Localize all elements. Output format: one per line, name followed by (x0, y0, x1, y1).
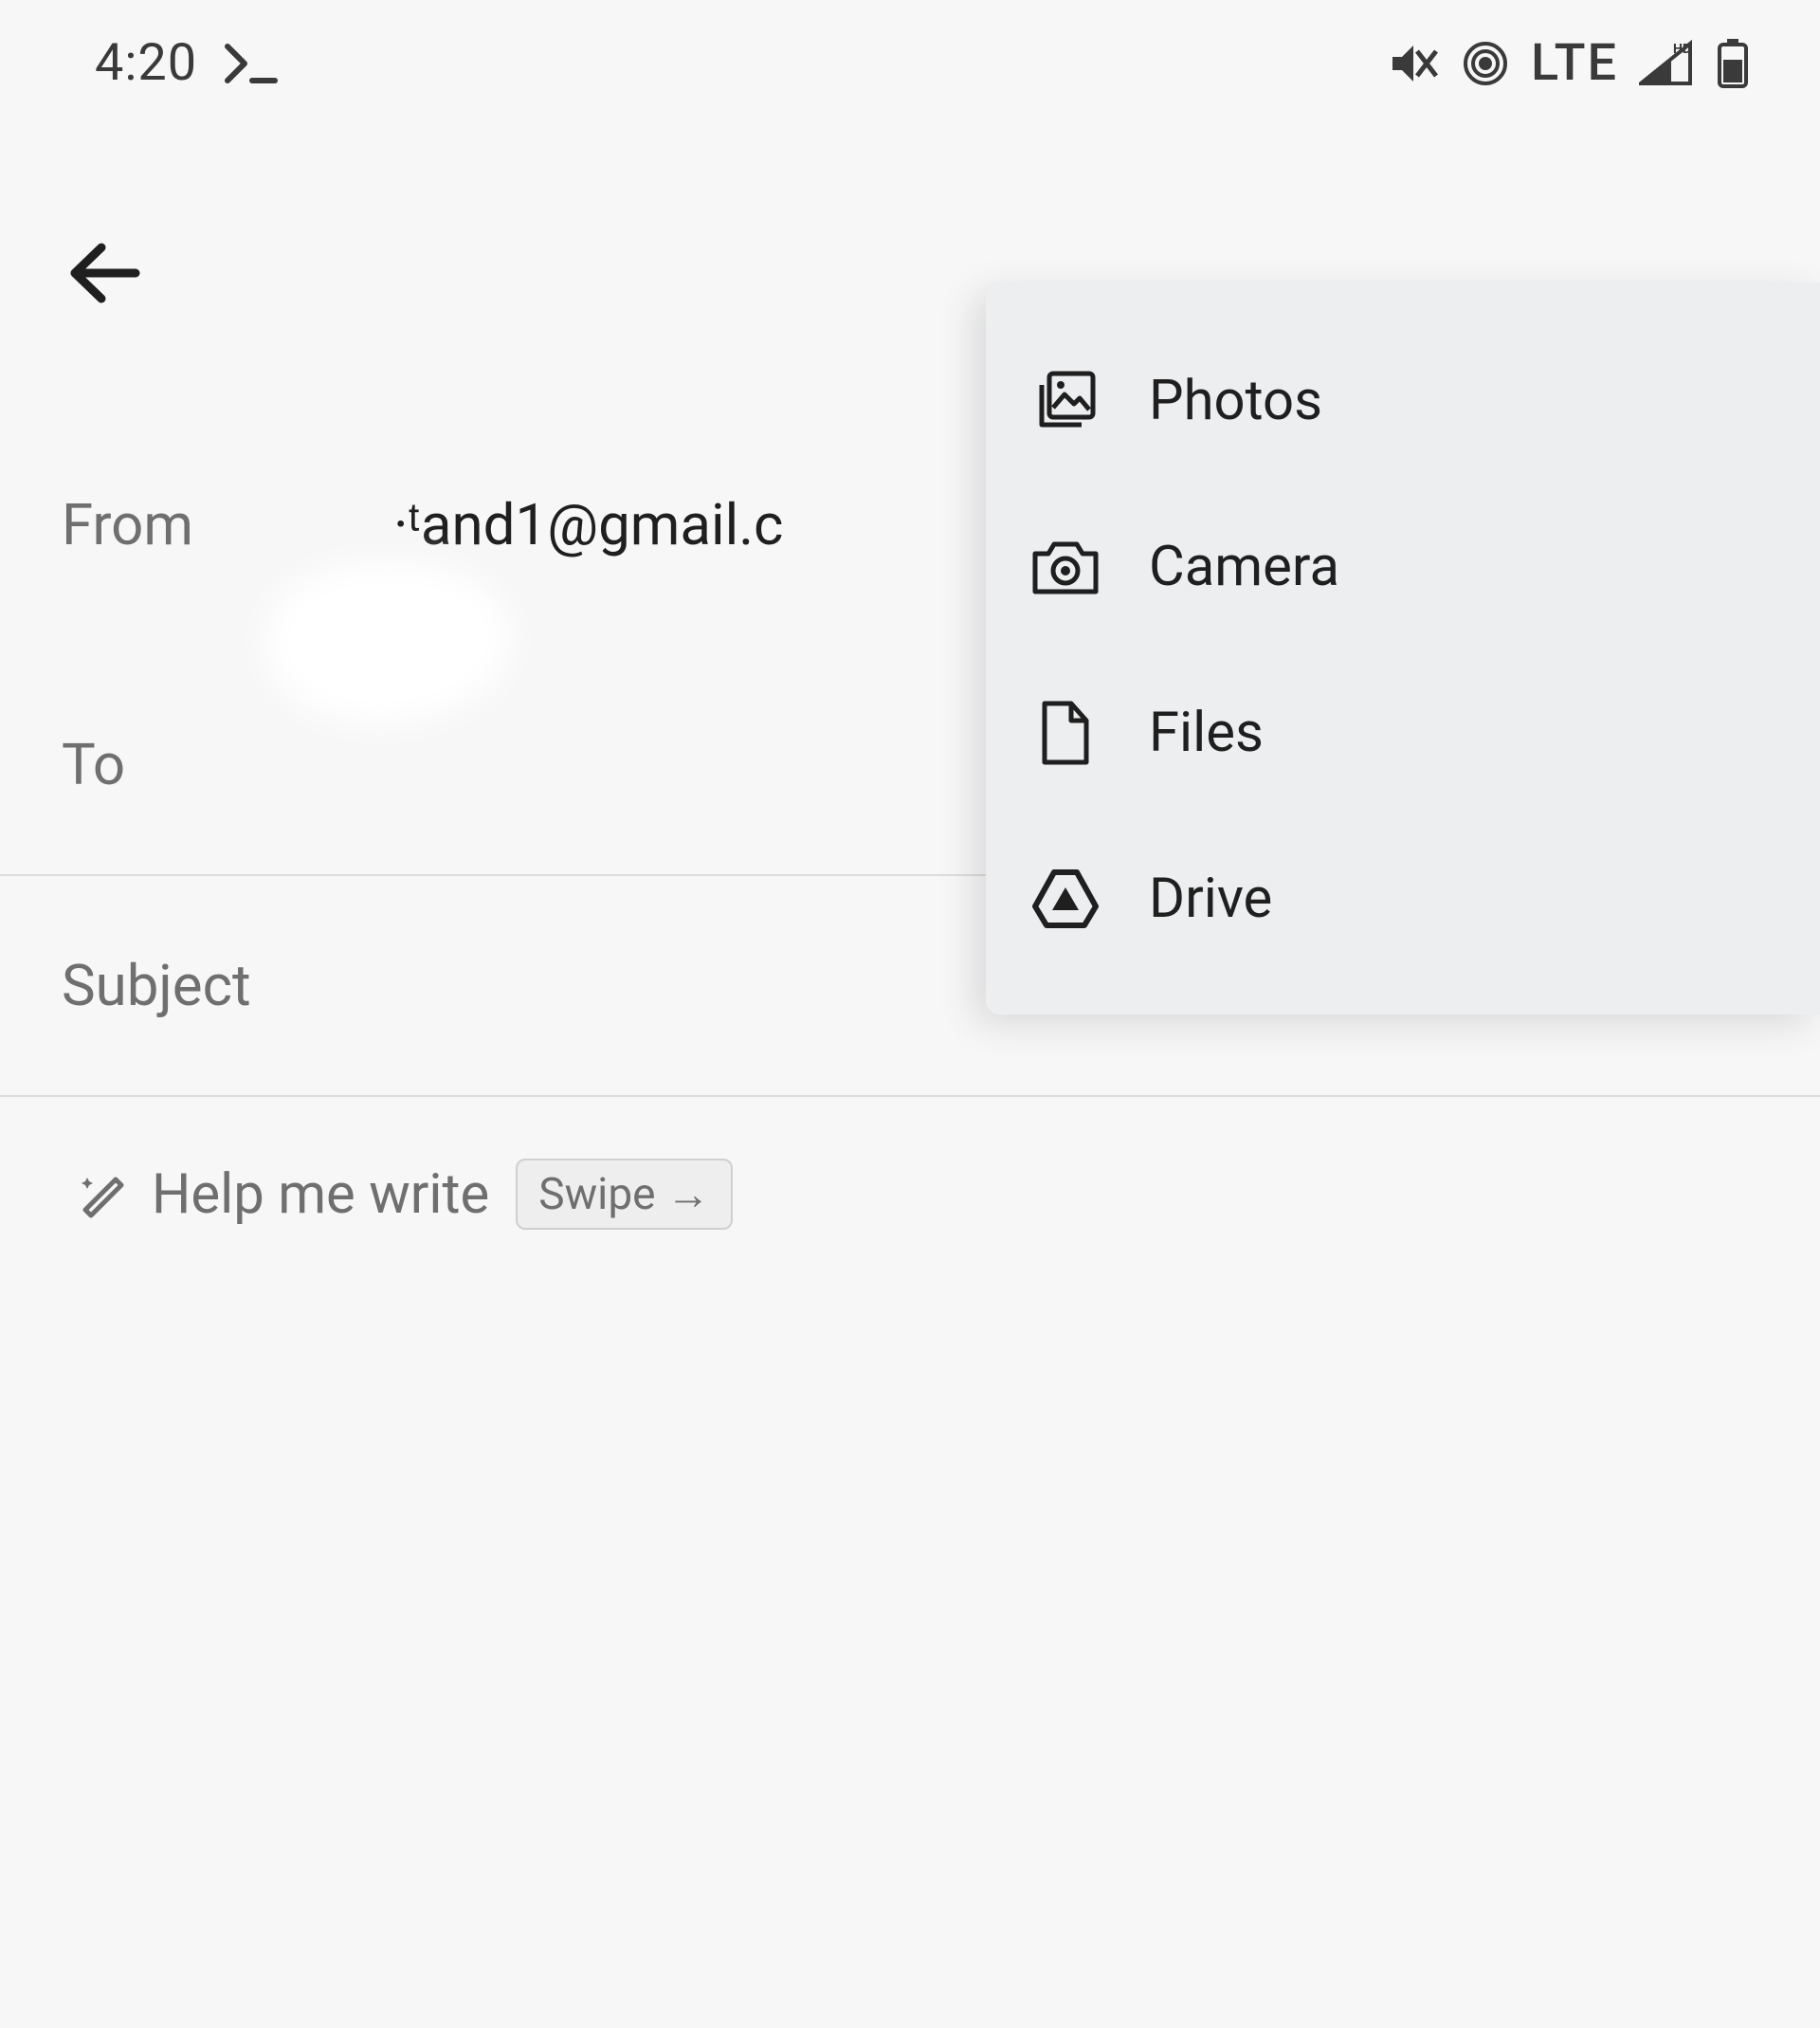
network-label: LTE (1531, 33, 1618, 93)
mute-icon (1389, 40, 1440, 87)
from-label: From (62, 491, 204, 558)
attach-files[interactable]: Files (986, 649, 1820, 817)
attach-camera[interactable]: Camera (986, 485, 1820, 649)
to-label: To (62, 731, 204, 798)
svg-text:HD: HD (1673, 42, 1691, 57)
magic-pen-icon (76, 1170, 125, 1219)
menu-item-label: Photos (1149, 369, 1322, 433)
subject-placeholder: Subject (62, 952, 251, 1019)
help-me-write-label: Help me write (152, 1162, 489, 1227)
help-me-write-row[interactable]: Help me write Swipe → (0, 1097, 1820, 1291)
compose-screen: From ·ᵗand1@gmail.c To Subject Help me w… (0, 93, 1820, 1291)
from-value: ·ᵗand1@gmail.c (393, 491, 783, 558)
swipe-hint: Swipe → (516, 1159, 733, 1230)
camera-icon (1028, 537, 1103, 597)
attach-menu: Photos Camera Files (986, 283, 1820, 1014)
menu-item-label: Files (1149, 701, 1264, 765)
menu-item-label: Drive (1149, 867, 1272, 931)
status-bar: 4:20 LTE (0, 0, 1820, 93)
attach-photos[interactable]: Photos (986, 317, 1820, 485)
menu-item-label: Camera (1149, 535, 1339, 599)
swipe-hint-text: Swipe → (538, 1168, 710, 1220)
clock: 4:20 (95, 33, 197, 93)
back-button[interactable] (47, 216, 161, 330)
drive-icon (1028, 867, 1103, 931)
signal-icon: HD (1639, 40, 1696, 87)
terminal-icon (224, 43, 281, 84)
photos-icon (1028, 366, 1103, 436)
arrow-left-icon (67, 240, 141, 306)
attach-drive[interactable]: Drive (986, 817, 1820, 980)
hotspot-icon (1461, 39, 1510, 88)
file-icon (1028, 698, 1103, 768)
battery-icon (1717, 39, 1749, 88)
